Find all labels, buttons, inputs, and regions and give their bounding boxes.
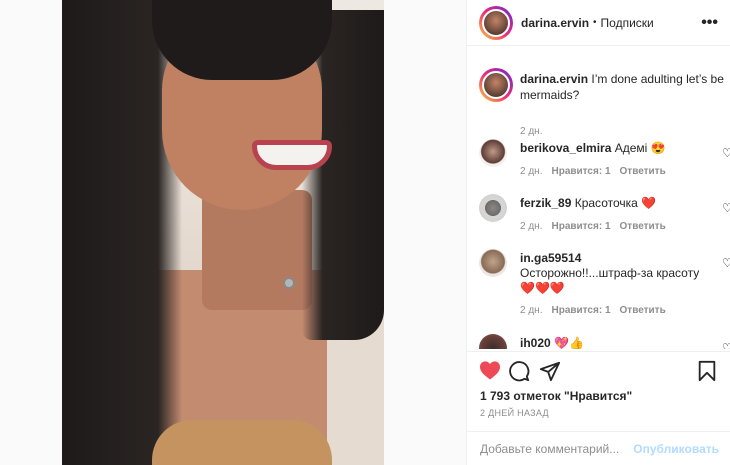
post-media xyxy=(0,0,467,465)
more-horizontal-icon[interactable]: ••• xyxy=(701,14,718,32)
heart-filled-icon[interactable] xyxy=(479,360,501,383)
instagram-post: darina.ervin • Подписки ••• darina.ervin… xyxy=(0,0,730,465)
comment-input[interactable] xyxy=(480,442,630,456)
avatar xyxy=(482,8,510,37)
post-timestamp[interactable]: 2 ДНЕЙ НАЗАД xyxy=(480,408,549,418)
publish-button[interactable]: Опубликовать xyxy=(633,442,719,456)
comment-time[interactable]: 2 дн. xyxy=(520,166,542,177)
comment-icon[interactable] xyxy=(508,360,530,385)
reply-button[interactable]: Ответить xyxy=(620,305,666,316)
commenter-avatar[interactable] xyxy=(479,334,507,349)
likes-count[interactable]: 1 793 отметок "Нравится" xyxy=(480,389,632,403)
comment-like-icon[interactable]: ♡ xyxy=(722,256,730,270)
story-ring[interactable] xyxy=(479,5,513,40)
reply-button[interactable]: Ответить xyxy=(620,221,666,232)
comment-likes[interactable]: Нравится: 1 xyxy=(551,305,610,316)
comment-like-icon[interactable]: ♡ xyxy=(722,201,730,215)
commenter-avatar[interactable] xyxy=(479,249,507,277)
comment-username[interactable]: ih020 xyxy=(520,336,551,349)
avatar xyxy=(482,71,510,99)
follow-button[interactable]: Подписки xyxy=(601,16,654,30)
commenter-avatar[interactable] xyxy=(479,139,507,167)
reply-button[interactable]: Ответить xyxy=(620,166,666,177)
share-icon[interactable] xyxy=(539,360,561,385)
comment-username[interactable]: ferzik_89 xyxy=(520,196,571,210)
caption-time[interactable]: 2 дн. xyxy=(520,126,542,137)
necklace-pendant xyxy=(283,277,295,289)
post-sidebar: darina.ervin • Подписки ••• darina.ervin… xyxy=(467,0,730,465)
comment-like-icon[interactable]: ♡ xyxy=(722,341,730,349)
comment-likes[interactable]: Нравится: 1 xyxy=(551,166,610,177)
post-photo[interactable] xyxy=(62,0,384,465)
comment-like-icon[interactable]: ♡ xyxy=(722,146,730,160)
comment-text: Красоточка ❤️ xyxy=(574,196,657,210)
comment-text: Осторожно!!...штраф-за красоту ❤️❤️❤️ xyxy=(520,266,700,295)
comments-list[interactable]: darina.ervin I’m done adulting let’s be … xyxy=(467,52,730,349)
bookmark-icon[interactable] xyxy=(697,360,717,385)
comment-username[interactable]: in.ga59514 xyxy=(520,251,581,265)
post-header: darina.ervin • Подписки ••• xyxy=(467,0,730,46)
comment-text: Адемі 😍 xyxy=(614,141,666,155)
commenter-avatar[interactable] xyxy=(479,194,507,222)
caption-avatar[interactable] xyxy=(479,68,513,102)
comment-time[interactable]: 2 дн. xyxy=(520,305,542,316)
caption-username[interactable]: darina.ervin xyxy=(520,72,588,86)
header-separator: • xyxy=(593,17,597,28)
comment-likes[interactable]: Нравится: 1 xyxy=(551,221,610,232)
comment-time[interactable]: 2 дн. xyxy=(520,221,542,232)
comment-username[interactable]: berikova_elmira xyxy=(520,141,611,155)
comment-text: 💖👍 xyxy=(554,336,584,349)
header-username[interactable]: darina.ervin xyxy=(521,16,589,30)
add-comment-bar: Опубликовать xyxy=(467,431,730,465)
post-actions: 1 793 отметок "Нравится" 2 ДНЕЙ НАЗАД Оп… xyxy=(467,351,730,465)
